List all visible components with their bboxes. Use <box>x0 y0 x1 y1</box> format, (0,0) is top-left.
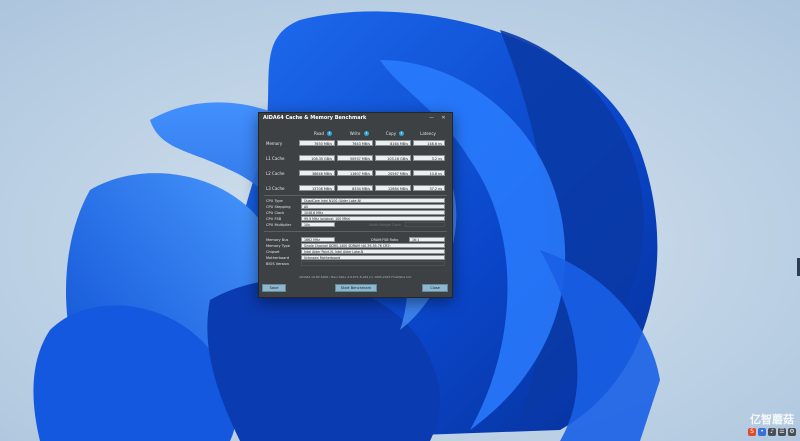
l2-write-value: 11607 MB/s <box>337 170 373 176</box>
l2-read-value: 38648 MB/s <box>299 170 335 176</box>
info-icon[interactable]: i <box>327 131 332 136</box>
info-icon[interactable]: i <box>399 131 404 136</box>
app-icon[interactable]: ☰ <box>778 428 786 436</box>
divider <box>264 195 447 196</box>
motherboard-value: Unknown Motherboard <box>301 255 445 260</box>
cpu-multiplier-label: CPU Multiplier <box>266 223 292 227</box>
app-icon[interactable]: ♪ <box>768 428 776 436</box>
l3-write-value: 8334 MB/s <box>337 185 373 191</box>
memory-type-label: Memory Type <box>266 244 291 248</box>
l3-copy-value: 12664 MB/s <box>375 185 411 191</box>
north-bridge-clock-label: North Bridge Clock <box>369 223 401 227</box>
l1-latency-value: 3.2 ns <box>413 155 445 161</box>
row-label-l2-cache: L2 Cache <box>266 171 285 176</box>
l3-read-value: 13708 MB/s <box>299 185 335 191</box>
memory-bus-label: Memory Bus <box>266 238 289 242</box>
system-tray: S • ♪ ☰ ⚙ <box>748 428 796 438</box>
memory-copy-value: 8164 MB/s <box>375 140 411 146</box>
start-benchmark-button[interactable]: Start Benchmark <box>335 284 377 292</box>
app-icon[interactable]: • <box>758 428 766 436</box>
cpu-clock-label: CPU Clock <box>266 211 285 215</box>
close-button[interactable]: Close <box>422 284 448 292</box>
l2-latency-value: 10.8 ns <box>413 170 445 176</box>
copyright-note: AIDA64 v6.85.6300 / BenchDLL 4.6.871.8-x… <box>299 275 412 279</box>
cpu-stepping-value: A0 <box>301 204 445 209</box>
cpu-fsb-value: 99.9 MHz (original: 100 MHz) <box>301 216 445 221</box>
app-icon[interactable]: S <box>748 428 756 436</box>
close-icon[interactable]: ✕ <box>439 114 448 122</box>
memory-bus-value: 1662 MHz <box>301 237 335 242</box>
cpu-multiplier-value: 10x <box>301 222 335 227</box>
l1-copy-value: 103.16 GB/s <box>375 155 411 161</box>
chipset-value: Intel Alder Point-N, Intel Alder Lake-N <box>301 249 445 254</box>
watermark-logo: 亿智蘑菇 <box>750 413 794 426</box>
bios-version-value <box>301 261 445 266</box>
l2-copy-value: 20567 MB/s <box>375 170 411 176</box>
app-icon[interactable]: ⚙ <box>788 428 796 436</box>
cpu-type-label: CPU Type <box>266 199 283 203</box>
chipset-label: Chipset <box>266 250 280 254</box>
l3-latency-value: 37.2 ns <box>413 185 445 191</box>
dram-fsb-ratio-value: 16:1 <box>409 237 445 242</box>
info-icon[interactable]: i <box>364 131 369 136</box>
minimize-icon[interactable]: — <box>427 114 436 122</box>
cpu-stepping-label: CPU Stepping <box>266 205 291 209</box>
cpu-type-value: QuadCore Intel N100 (Alder Lake-N) <box>301 198 445 203</box>
l1-read-value: 108.35 GB/s <box>299 155 335 161</box>
divider <box>264 231 447 232</box>
row-label-l1-cache: L1 Cache <box>266 156 285 161</box>
memory-write-value: 7643 MB/s <box>337 140 373 146</box>
memory-type-value: Single Channel DDR5-1400 SDRAM (40-39-39… <box>301 243 445 248</box>
motherboard-label: Motherboard <box>266 256 290 260</box>
benchmark-dialog: AIDA64 Cache & Memory Benchmark — ✕ Read… <box>258 112 453 298</box>
dram-fsb-ratio-label: DRAM:FSB Ratio <box>371 238 399 242</box>
row-label-memory: Memory <box>266 141 283 146</box>
memory-read-value: 7650 MB/s <box>299 140 335 146</box>
bios-version-label: BIOS Version <box>266 262 289 266</box>
window-title: AIDA64 Cache & Memory Benchmark <box>263 115 367 121</box>
row-label-l3-cache: L3 Cache <box>266 186 285 191</box>
north-bridge-clock-value <box>405 222 445 227</box>
l1-write-value: 50937 MB/s <box>337 155 373 161</box>
column-header-latency: Latency <box>420 131 436 136</box>
memory-latency-value: 148.6 ns <box>413 140 445 146</box>
cpu-fsb-label: CPU FSB <box>266 217 282 221</box>
save-button[interactable]: Save <box>262 284 286 292</box>
title-bar[interactable]: AIDA64 Cache & Memory Benchmark — ✕ <box>259 113 452 123</box>
cpu-clock-value: 1048.6 MHz <box>301 210 445 215</box>
